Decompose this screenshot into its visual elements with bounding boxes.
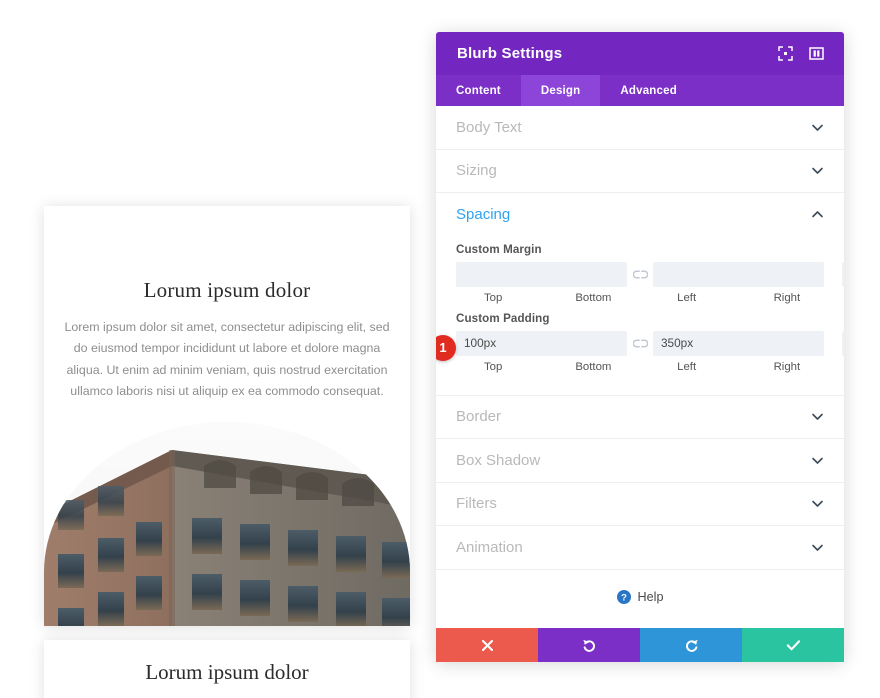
blurb-title-secondary: Lorum ipsum dolor bbox=[145, 660, 309, 684]
margin-top-caption: Top bbox=[483, 291, 503, 304]
chevron-down-icon bbox=[812, 413, 823, 421]
undo-button[interactable] bbox=[538, 628, 640, 662]
margin-bottom-input[interactable] bbox=[653, 261, 824, 287]
undo-icon bbox=[582, 639, 595, 652]
chevron-down-icon bbox=[812, 500, 823, 508]
panel-tabs: Content Design Advanced bbox=[436, 75, 844, 106]
section-spacing-wrap: Spacing Custom Margin Top Bottom Left Ri… bbox=[436, 193, 844, 396]
blurb-image-wrap bbox=[44, 422, 410, 626]
custom-margin-label: Custom Margin bbox=[456, 242, 542, 256]
section-body-text[interactable]: Body Text bbox=[436, 106, 844, 150]
section-sizing-label: Sizing bbox=[456, 162, 497, 180]
padding-top-bottom-link-icon[interactable] bbox=[627, 331, 653, 356]
panel-action-bar bbox=[436, 628, 844, 662]
margin-bottom-caption: Bottom bbox=[575, 291, 612, 304]
redo-button[interactable] bbox=[640, 628, 742, 662]
padding-top-caption: Top bbox=[483, 360, 503, 373]
blurb-settings-panel: Blurb Settings Content Design Advanced B… bbox=[436, 32, 844, 662]
margin-top-bottom-link-icon[interactable] bbox=[627, 262, 653, 287]
panel-body: Body Text Sizing Spacing Custom Margin T… bbox=[436, 106, 844, 628]
cancel-button[interactable] bbox=[436, 628, 538, 662]
redo-icon bbox=[685, 639, 698, 652]
chevron-up-icon bbox=[812, 211, 823, 218]
section-sizing[interactable]: Sizing bbox=[436, 150, 844, 193]
chevron-down-icon bbox=[812, 167, 823, 175]
padding-right-caption: Right bbox=[773, 360, 801, 373]
padding-top-input[interactable] bbox=[456, 330, 627, 356]
margin-top-input[interactable] bbox=[456, 261, 627, 287]
margin-left-input[interactable] bbox=[842, 261, 844, 287]
blurb-preview-card-secondary[interactable]: Lorum ipsum dolor Lorem ipsum dolor sit … bbox=[44, 640, 410, 698]
section-filters-label: Filters bbox=[456, 495, 497, 513]
blurb-text-block: Lorum ipsum dolor Lorem ipsum dolor sit … bbox=[44, 206, 410, 402]
section-border[interactable]: Border bbox=[436, 396, 844, 439]
padding-bottom-input[interactable] bbox=[653, 330, 824, 356]
section-border-label: Border bbox=[456, 408, 502, 426]
chevron-down-icon bbox=[812, 457, 823, 464]
section-spacing[interactable]: Spacing bbox=[436, 193, 844, 237]
layout-panel-icon[interactable] bbox=[805, 43, 827, 65]
chevron-down-icon bbox=[812, 544, 823, 551]
section-box-shadow-label: Box Shadow bbox=[456, 451, 541, 469]
tab-advanced[interactable]: Advanced bbox=[600, 75, 697, 106]
help-label: Help bbox=[637, 589, 664, 604]
page-preview: Lorum ipsum dolor Lorem ipsum dolor sit … bbox=[44, 206, 410, 698]
save-button[interactable] bbox=[742, 628, 844, 662]
blurb-title: Lorum ipsum dolor bbox=[143, 278, 311, 302]
blurb-body-text: Lorem ipsum dolor sit amet, consectetur … bbox=[64, 320, 390, 398]
section-animation-label: Animation bbox=[456, 538, 523, 556]
screen: Lorum ipsum dolor Lorem ipsum dolor sit … bbox=[0, 0, 880, 698]
section-body-text-label: Body Text bbox=[456, 118, 522, 136]
custom-margin-group: Custom Margin Top Bottom Left Right bbox=[456, 242, 844, 304]
panel-title: Blurb Settings bbox=[457, 45, 563, 62]
section-animation[interactable]: Animation bbox=[436, 526, 844, 570]
padding-bottom-caption: Bottom bbox=[575, 360, 612, 373]
building-photo bbox=[44, 422, 410, 626]
help-link[interactable]: ? Help bbox=[436, 570, 844, 624]
padding-left-caption: Left bbox=[677, 360, 697, 373]
section-box-shadow[interactable]: Box Shadow bbox=[436, 439, 844, 483]
tab-design[interactable]: Design bbox=[520, 75, 601, 106]
padding-left-input[interactable] bbox=[842, 330, 844, 356]
check-icon bbox=[786, 639, 800, 650]
section-filters[interactable]: Filters bbox=[436, 483, 844, 526]
question-circle-icon: ? bbox=[616, 589, 631, 604]
panel-header: Blurb Settings bbox=[436, 32, 844, 75]
custom-padding-group: 1 Custom Padding 100px 350px 50px Top Bo… bbox=[436, 311, 844, 373]
x-icon bbox=[481, 639, 493, 651]
step-badge-1: 1 bbox=[436, 334, 456, 361]
section-spacing-label: Spacing bbox=[456, 206, 511, 224]
svg-text:?: ? bbox=[621, 592, 627, 603]
margin-left-caption: Left bbox=[677, 291, 697, 304]
chevron-down-icon bbox=[812, 124, 823, 131]
custom-padding-label: Custom Padding bbox=[456, 311, 550, 325]
tab-content[interactable]: Content bbox=[436, 75, 521, 106]
blurb-preview-card[interactable]: Lorum ipsum dolor Lorem ipsum dolor sit … bbox=[44, 206, 410, 626]
spacing-content: Custom Margin Top Bottom Left Right 1 Cu… bbox=[436, 237, 844, 395]
expand-icon[interactable] bbox=[774, 43, 796, 65]
margin-right-caption: Right bbox=[773, 291, 801, 304]
